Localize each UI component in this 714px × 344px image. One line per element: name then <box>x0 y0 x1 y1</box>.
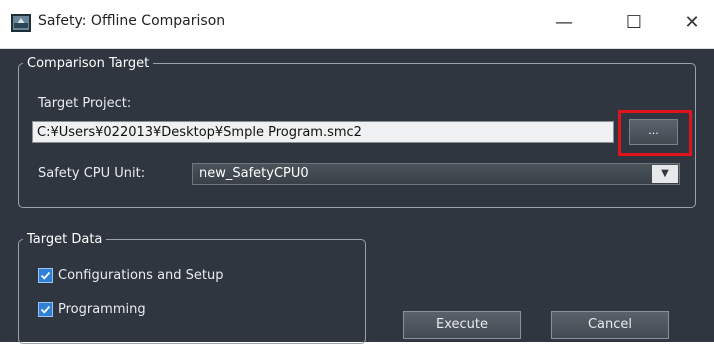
configurations-label[interactable]: Configurations and Setup <box>58 268 224 283</box>
checkmark-icon <box>40 271 51 280</box>
app-icon <box>11 14 31 32</box>
programming-label[interactable]: Programming <box>58 302 146 317</box>
safety-cpu-label: Safety CPU Unit: <box>38 166 146 181</box>
target-data-group: Target Data <box>18 232 366 344</box>
minimize-icon: — <box>555 12 573 33</box>
maximize-button[interactable]: ☐ <box>612 8 656 38</box>
execute-button[interactable]: Execute <box>403 311 521 339</box>
dialog-content: Comparison Target Target Project: C:¥Use… <box>0 49 714 344</box>
close-button[interactable]: ✕ <box>670 8 714 38</box>
comparison-target-legend: Comparison Target <box>27 56 150 71</box>
title-bar: Safety: Offline Comparison — ☐ ✕ <box>0 0 714 49</box>
window-title: Safety: Offline Comparison <box>38 13 226 29</box>
target-project-label: Target Project: <box>38 96 132 111</box>
dialog-window: Safety: Offline Comparison — ☐ ✕ Compari… <box>0 0 714 344</box>
close-icon: ✕ <box>684 12 700 33</box>
safety-cpu-select[interactable]: new_SafetyCPU0 ▼ <box>192 163 680 185</box>
cancel-button[interactable]: Cancel <box>551 311 669 339</box>
target-data-legend: Target Data <box>27 232 103 247</box>
maximize-icon: ☐ <box>625 12 643 33</box>
target-project-input[interactable]: C:¥Users¥022013¥Desktop¥Smple Program.sm… <box>32 121 614 143</box>
safety-cpu-value: new_SafetyCPU0 <box>199 166 309 181</box>
programming-checkbox[interactable] <box>38 302 53 317</box>
configurations-checkbox[interactable] <box>38 268 53 283</box>
checkmark-icon <box>40 305 51 314</box>
minimize-button[interactable]: — <box>542 8 586 38</box>
dropdown-arrow-icon[interactable]: ▼ <box>652 165 678 183</box>
browse-button[interactable]: ... <box>629 119 678 145</box>
